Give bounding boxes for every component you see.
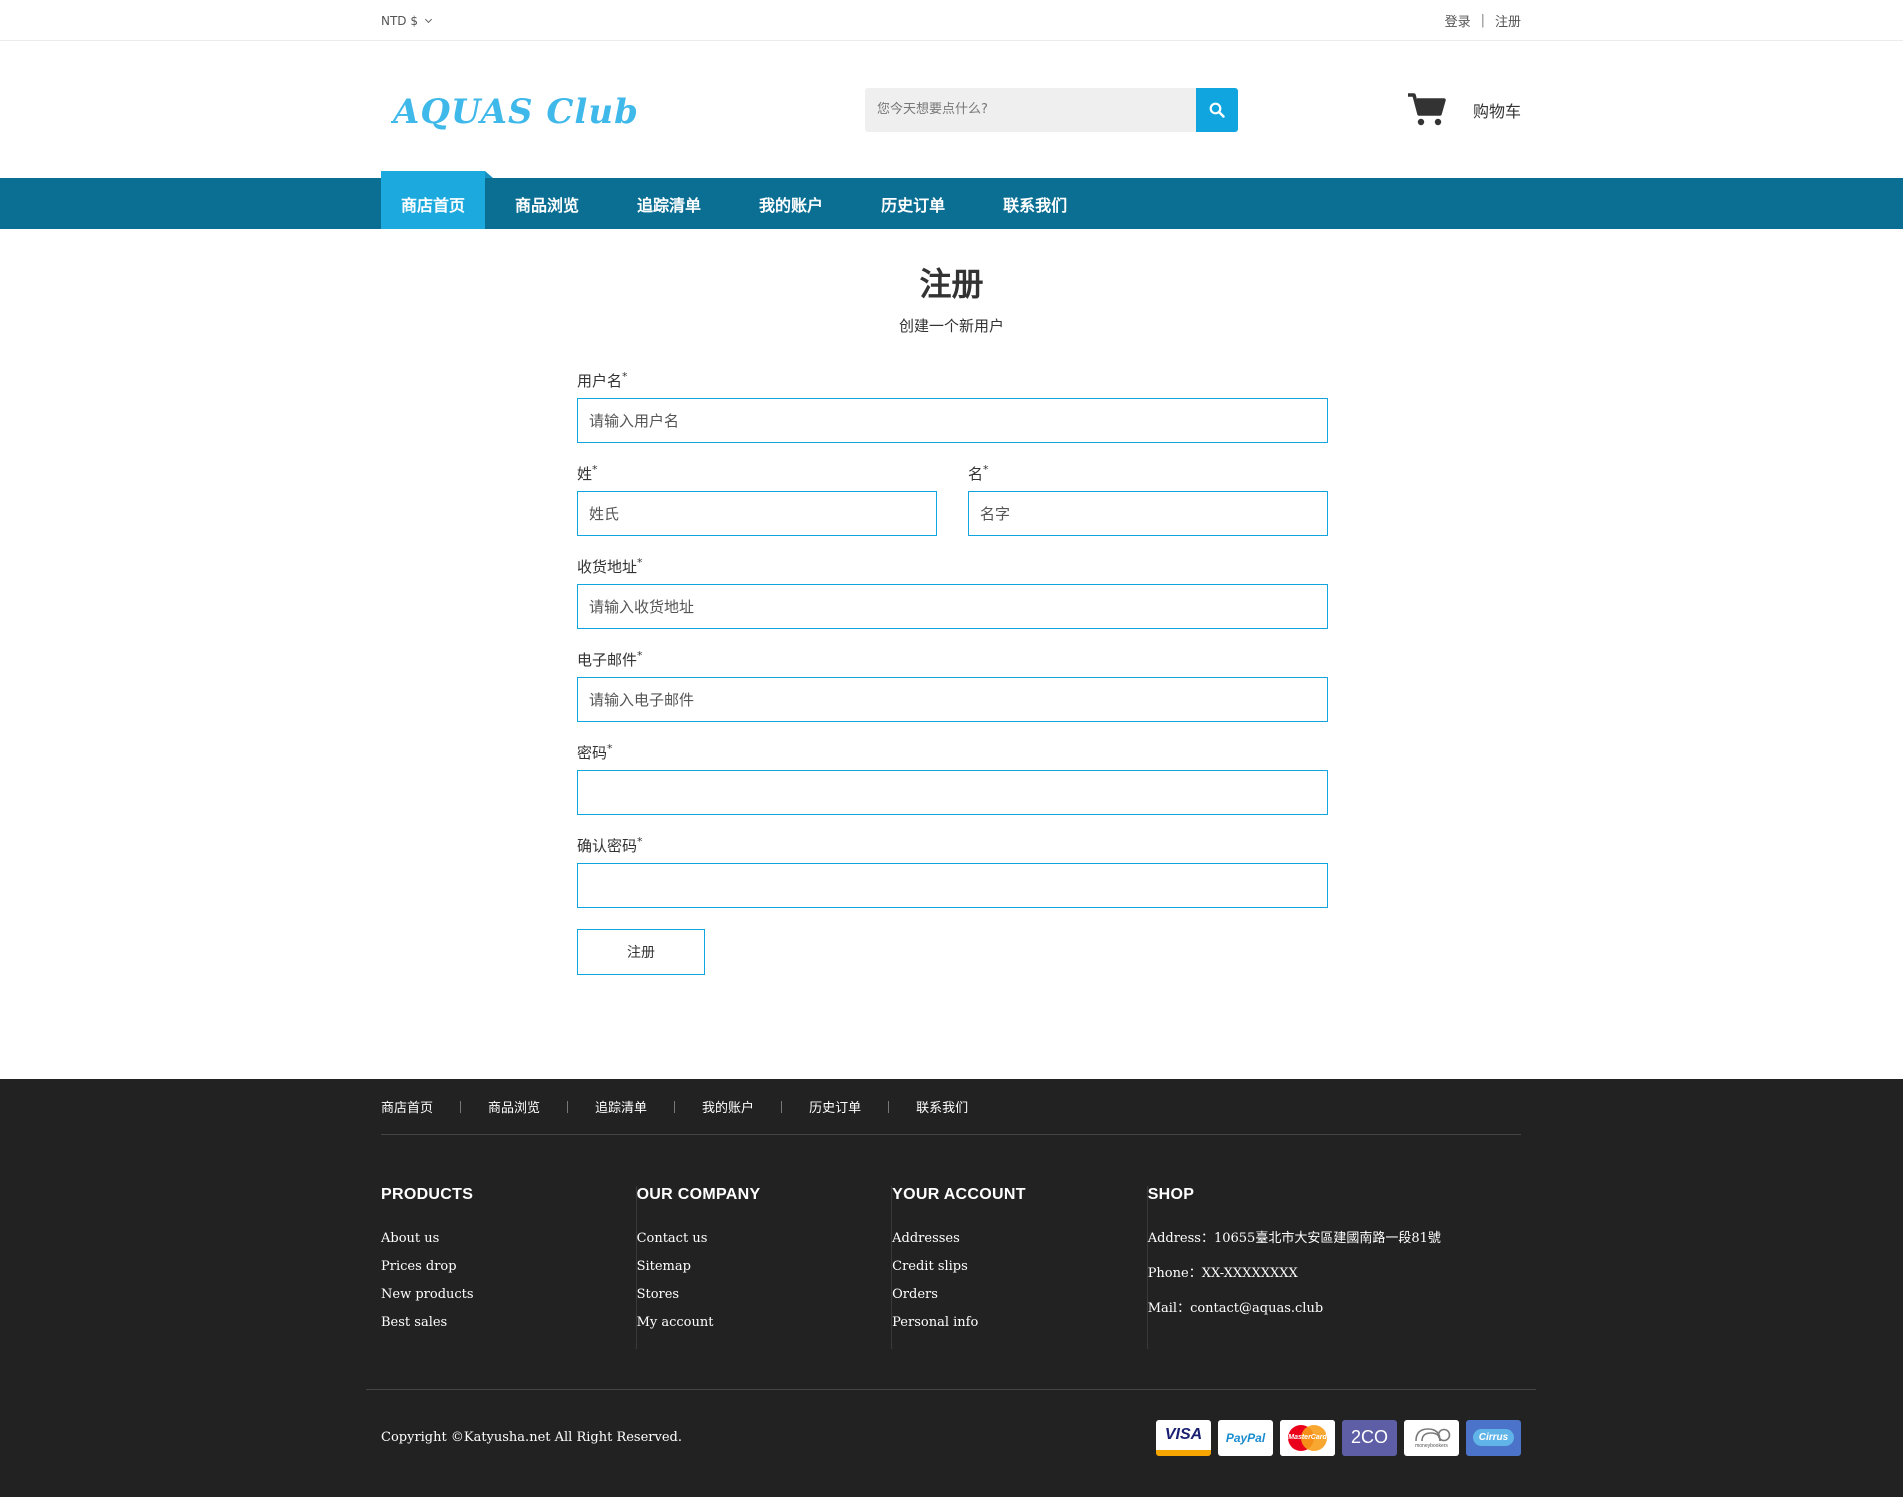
login-link[interactable]: 登录: [1445, 11, 1471, 30]
nav-item-account[interactable]: 我的账户: [741, 178, 841, 229]
firstname-input[interactable]: [968, 491, 1328, 536]
footer-link-about[interactable]: About us: [381, 1231, 616, 1246]
cart-icon: [1407, 92, 1446, 125]
footer-col-shop: SHOP Address：10655臺北市大安區建國南路一段81號 Phone：…: [1148, 1186, 1521, 1349]
lastname-input[interactable]: [577, 491, 937, 536]
lastname-label: 姓*: [577, 463, 598, 483]
address-label: 收货地址*: [577, 556, 643, 576]
firstname-field-group: 名*: [968, 463, 1328, 536]
firstname-label: 名*: [968, 463, 989, 483]
username-label: 用户名*: [577, 370, 628, 390]
password-input[interactable]: [577, 770, 1328, 815]
footer-link-my-account[interactable]: My account: [637, 1315, 872, 1330]
mastercard-icon: MasterCard: [1280, 1419, 1335, 1456]
confirm-password-field-group: 确认密码*: [577, 835, 1328, 908]
register-submit-button[interactable]: 注册: [577, 929, 705, 975]
search-icon: [1209, 102, 1225, 118]
email-input[interactable]: [577, 677, 1328, 722]
footer-nav-account[interactable]: 我的账户: [702, 1097, 754, 1116]
address-input[interactable]: [577, 584, 1328, 629]
address-field-group: 收货地址*: [577, 556, 1328, 629]
cirrus-icon: Cirrus: [1466, 1419, 1521, 1456]
2co-icon: 2CO: [1342, 1419, 1397, 1456]
username-field-group: 用户名*: [577, 370, 1328, 443]
footer-col-products: PRODUCTS About us Prices drop New produc…: [381, 1186, 637, 1349]
footer-link-orders[interactable]: Orders: [892, 1287, 1127, 1302]
password-field-group: 密码*: [577, 742, 1328, 815]
main-content: 注册 创建一个新用户 用户名* 姓* 名* 收货地址* 电子邮件* 密码*: [0, 229, 1903, 1079]
nav-item-home[interactable]: 商店首页: [381, 171, 494, 229]
register-form: 用户名* 姓* 名* 收货地址* 电子邮件* 密码* 确认密码: [577, 370, 1328, 975]
footer-nav: 商店首页 商品浏览 追踪清单 我的账户 历史订单 联系我们: [381, 1079, 1521, 1135]
lastname-field-group: 姓*: [577, 463, 937, 536]
auth-separator: |: [1480, 13, 1485, 28]
shop-phone: Phone：XX-XXXXXXXX: [1147, 1266, 1298, 1281]
cart-label: 购物车: [1472, 101, 1521, 121]
moneybookers-icon: moneybookers: [1404, 1419, 1459, 1456]
confirm-password-input[interactable]: [577, 863, 1328, 908]
search-input[interactable]: [865, 87, 1196, 132]
footer-shop-title: SHOP: [1147, 1186, 1195, 1203]
footer-account-title: YOUR ACCOUNT: [892, 1186, 1026, 1203]
name-row: 姓* 名*: [577, 463, 1328, 556]
footer: 商店首页 商品浏览 追踪清单 我的账户 历史订单 联系我们 PRODUCTS A…: [0, 1079, 1903, 1497]
footer-col-account: YOUR ACCOUNT Addresses Credit slips Orde…: [892, 1186, 1148, 1349]
footer-link-personal-info[interactable]: Personal info: [892, 1315, 1127, 1330]
header: AQUAS Club 购物车: [0, 41, 1903, 178]
main-nav: 商店首页 商品浏览 追踪清单 我的账户 历史订单 联系我们: [0, 171, 1903, 229]
payment-methods: VISA PayPal MasterCard 2CO moneybookers: [1156, 1419, 1521, 1456]
email-field-group: 电子邮件*: [577, 649, 1328, 722]
cart-button[interactable]: 购物车: [1407, 92, 1521, 128]
footer-link-prices-drop[interactable]: Prices drop: [381, 1259, 616, 1274]
page-title: 注册: [919, 265, 984, 303]
nav-item-orders[interactable]: 历史订单: [863, 178, 963, 229]
footer-link-sitemap[interactable]: Sitemap: [637, 1259, 872, 1274]
page-subtitle: 创建一个新用户: [898, 317, 1004, 335]
shop-mail: Mail：contact@aquas.club: [1147, 1301, 1324, 1316]
paypal-icon: PayPal: [1218, 1419, 1273, 1456]
copyright-text: Copyright ©Katyusha.net All Right Reserv…: [381, 1430, 682, 1445]
footer-nav-tracking[interactable]: 追踪清单: [595, 1097, 647, 1116]
password-label: 密码*: [577, 742, 613, 762]
footer-products-title: PRODUCTS: [381, 1186, 474, 1203]
footer-link-best-sales[interactable]: Best sales: [381, 1315, 616, 1330]
nav-item-browse[interactable]: 商品浏览: [497, 178, 597, 229]
email-label: 电子邮件*: [577, 649, 643, 669]
footer-link-contact[interactable]: Contact us: [637, 1231, 872, 1246]
footer-link-stores[interactable]: Stores: [637, 1287, 872, 1302]
confirm-password-label: 确认密码*: [577, 835, 643, 855]
footer-company-title: OUR COMPANY: [636, 1186, 761, 1203]
auth-links: 登录 | 注册: [1445, 11, 1521, 30]
username-input[interactable]: [577, 398, 1328, 443]
footer-bottom: Copyright ©Katyusha.net All Right Reserv…: [366, 1389, 1536, 1485]
nav-item-tracking[interactable]: 追踪清单: [619, 178, 719, 229]
svg-text:AQUAS Club: AQUAS Club: [391, 92, 639, 132]
footer-nav-separator: [674, 1100, 676, 1113]
footer-nav-browse[interactable]: 商品浏览: [488, 1097, 540, 1116]
currency-selector[interactable]: NTD $: [381, 13, 433, 28]
chevron-down-icon: [424, 15, 433, 23]
footer-columns: PRODUCTS About us Prices drop New produc…: [381, 1186, 1521, 1349]
footer-link-new-products[interactable]: New products: [381, 1287, 616, 1302]
footer-link-credit-slips[interactable]: Credit slips: [892, 1259, 1127, 1274]
footer-nav-separator: [460, 1100, 462, 1113]
footer-nav-contact[interactable]: 联系我们: [916, 1097, 968, 1116]
top-bar: NTD $ 登录 | 注册: [0, 0, 1903, 41]
footer-nav-separator: [781, 1100, 783, 1113]
footer-link-addresses[interactable]: Addresses: [892, 1231, 1127, 1246]
footer-nav-orders[interactable]: 历史订单: [809, 1097, 861, 1116]
footer-nav-home[interactable]: 商店首页: [381, 1097, 433, 1116]
currency-label: NTD $: [381, 13, 418, 28]
nav-item-contact[interactable]: 联系我们: [985, 178, 1085, 229]
footer-nav-separator: [888, 1100, 890, 1113]
register-link[interactable]: 注册: [1495, 11, 1521, 30]
visa-icon: VISA: [1156, 1419, 1211, 1456]
footer-col-company: OUR COMPANY Contact us Sitemap Stores My…: [637, 1186, 893, 1349]
shop-address: Address：10655臺北市大安區建國南路一段81號: [1147, 1231, 1441, 1246]
search-button[interactable]: [1196, 87, 1238, 132]
site-logo[interactable]: AQUAS Club: [391, 80, 651, 140]
footer-nav-separator: [567, 1100, 569, 1113]
search-bar: [865, 87, 1238, 132]
